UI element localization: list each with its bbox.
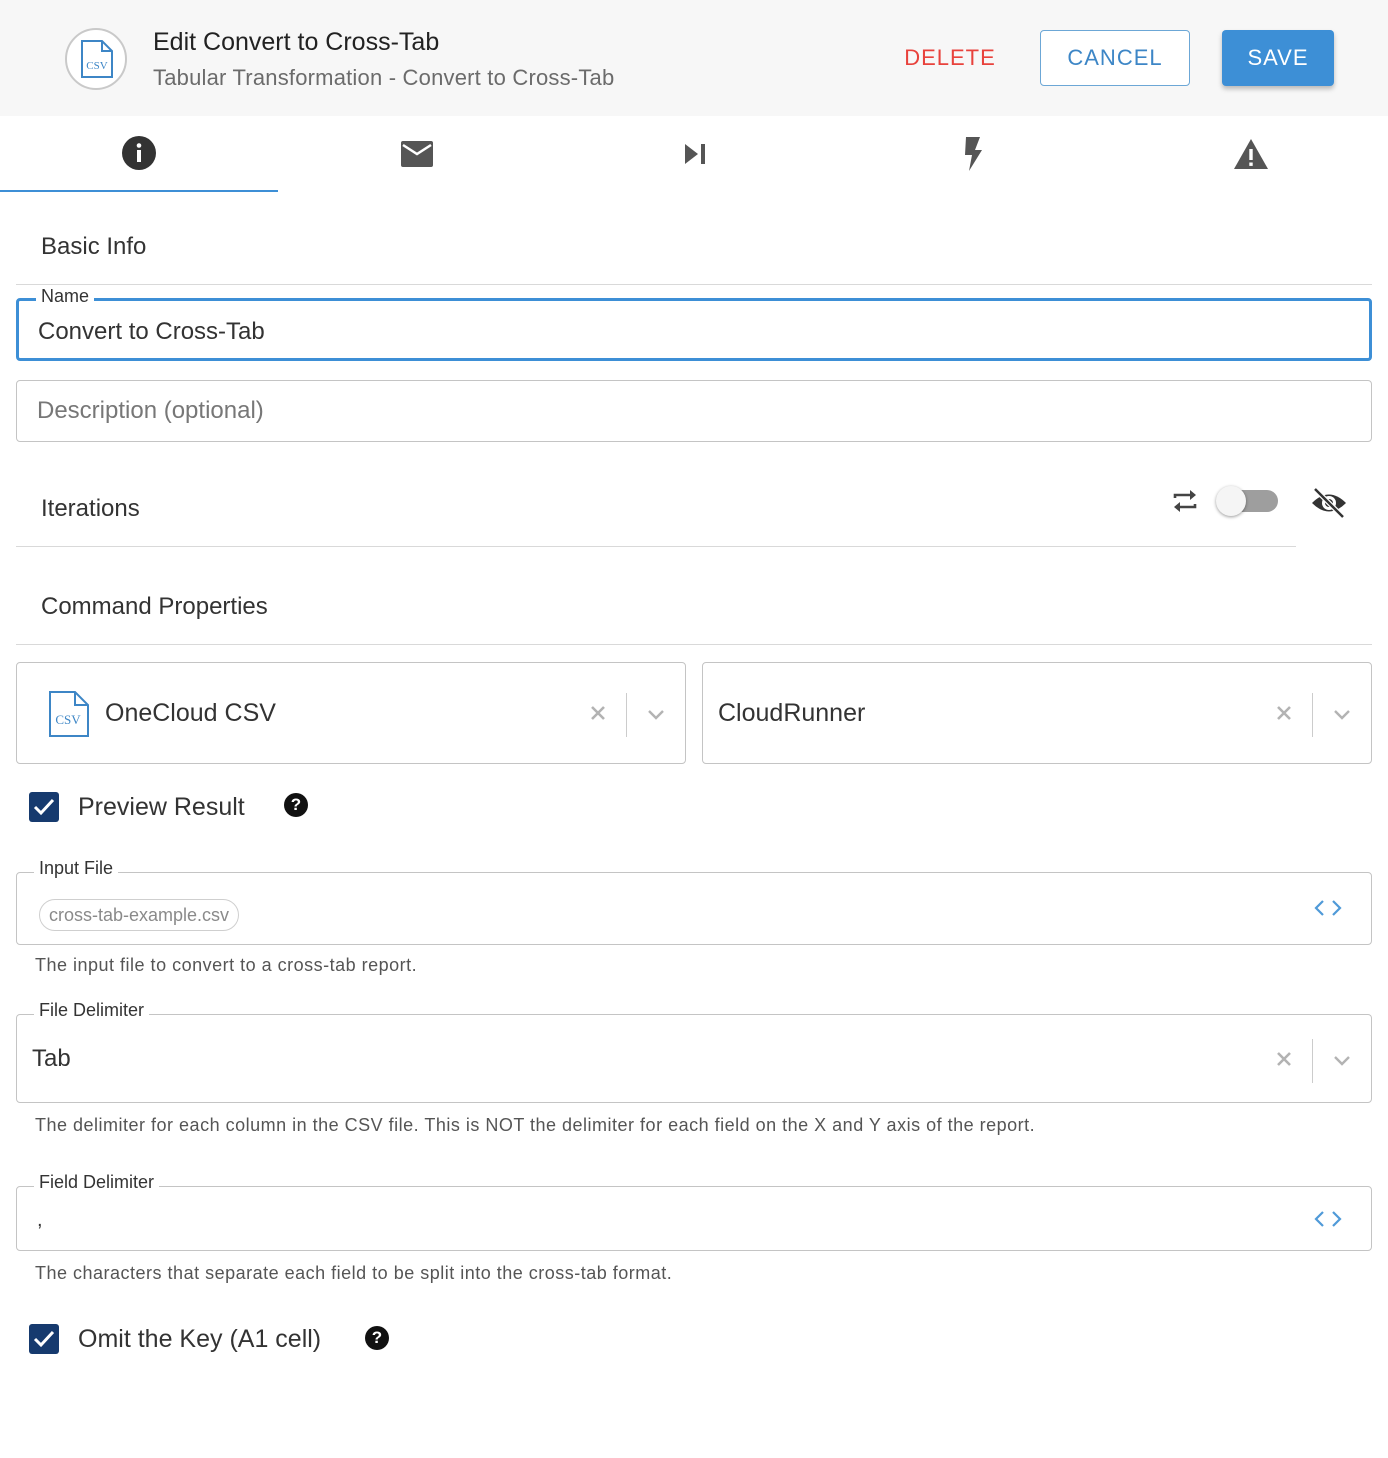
dialog-title: Edit Convert to Cross-Tab [153, 28, 440, 56]
input-file-hint: The input file to convert to a cross-tab… [35, 955, 418, 975]
tab-bar [0, 116, 1388, 192]
description-placeholder: Description (optional) [37, 397, 264, 424]
save-button[interactable]: SAVE [1222, 30, 1334, 86]
warning-icon [1234, 139, 1268, 169]
field-delimiter-hint: The characters that separate each field … [35, 1263, 673, 1283]
iterations-heading: Iterations [41, 495, 140, 522]
dialog-header: CSV Edit Convert to Cross-Tab Tabular Tr… [0, 0, 1388, 116]
file-delimiter-label: File Delimiter [34, 1000, 150, 1021]
tab-warnings[interactable] [1112, 116, 1388, 192]
divider [16, 284, 1372, 285]
toggle-knob [1216, 486, 1246, 516]
runner-value: CloudRunner [718, 699, 866, 727]
field-delimiter-field[interactable]: Field Delimiter , [16, 1172, 1372, 1251]
input-file-label: Input File [34, 858, 119, 879]
file-delimiter-hint: The delimiter for each column in the CSV… [35, 1115, 1036, 1135]
clear-icon[interactable] [1273, 702, 1295, 724]
repeat-icon [1173, 490, 1197, 512]
input-file-field[interactable]: Input File cross-tab-example.csv [16, 858, 1372, 945]
field-delimiter-value: , [37, 1209, 43, 1231]
basic-info-heading: Basic Info [41, 233, 147, 260]
preview-result-label: Preview Result [78, 793, 245, 821]
connection-select[interactable]: CSV OneCloud CSV [16, 662, 686, 764]
chevron-down-icon[interactable] [1331, 703, 1353, 725]
clear-icon[interactable] [587, 702, 609, 724]
divider [16, 546, 1296, 547]
help-icon[interactable]: ? [284, 793, 308, 817]
code-icon[interactable] [1313, 1208, 1343, 1230]
iterations-toggle[interactable] [1216, 486, 1278, 516]
help-icon[interactable]: ? [365, 1326, 389, 1350]
connection-value: OneCloud CSV [105, 699, 276, 727]
omit-key-label: Omit the Key (A1 cell) [78, 1325, 322, 1353]
svg-text:CSV: CSV [55, 712, 81, 727]
select-separator [1312, 1039, 1313, 1083]
delete-button[interactable]: DELETE [892, 32, 1008, 84]
name-field-value: Convert to Cross-Tab [38, 318, 265, 345]
chevron-down-icon[interactable] [1331, 1049, 1353, 1071]
chevron-down-icon[interactable] [645, 703, 667, 725]
skip-next-icon [685, 144, 705, 164]
input-file-chip[interactable]: cross-tab-example.csv [39, 899, 240, 931]
runner-select[interactable]: CloudRunner [702, 662, 1372, 764]
select-separator [1312, 693, 1313, 737]
check-icon [33, 798, 55, 816]
dialog-subtitle: Tabular Transformation - Convert to Cros… [153, 65, 615, 90]
tab-skip[interactable] [556, 116, 834, 192]
cancel-button[interactable]: CANCEL [1040, 30, 1190, 86]
name-field[interactable]: Name Convert to Cross-Tab [16, 286, 1372, 361]
name-field-label: Name [36, 286, 95, 307]
divider [16, 644, 1372, 645]
tab-email[interactable] [278, 116, 556, 192]
select-separator [626, 693, 627, 737]
visibility-off-icon[interactable] [1310, 486, 1348, 520]
csv-logo-icon: CSV [65, 28, 127, 90]
check-icon [33, 1330, 55, 1348]
info-icon [122, 136, 156, 170]
file-delimiter-select[interactable]: File Delimiter Tab [16, 1000, 1372, 1103]
email-icon [401, 141, 433, 167]
tab-info[interactable] [0, 116, 278, 192]
command-properties-heading: Command Properties [41, 593, 268, 620]
lightning-icon [965, 137, 982, 171]
description-field[interactable]: Description (optional) [16, 380, 1372, 442]
clear-icon[interactable] [1273, 1048, 1295, 1070]
file-delimiter-value: Tab [32, 1045, 71, 1072]
omit-key-checkbox[interactable] [29, 1324, 59, 1354]
tab-actions[interactable] [834, 116, 1112, 192]
preview-result-checkbox[interactable] [29, 792, 59, 822]
svg-text:CSV: CSV [86, 60, 107, 72]
code-icon[interactable] [1313, 897, 1343, 919]
field-delimiter-label: Field Delimiter [34, 1172, 160, 1193]
csv-file-icon: CSV [49, 691, 89, 737]
